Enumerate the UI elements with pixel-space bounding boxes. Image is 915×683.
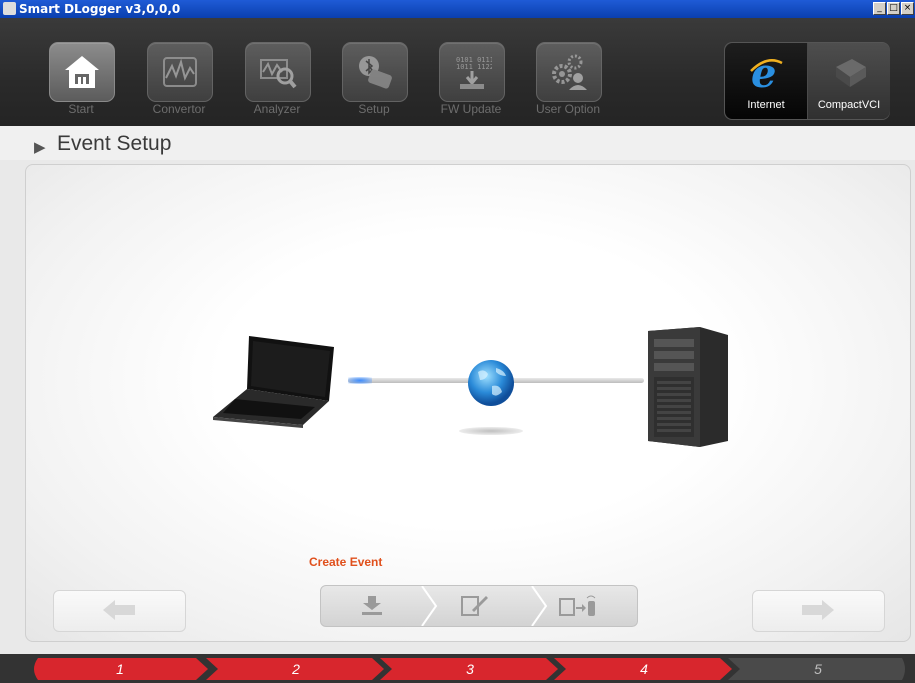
internet-explorer-icon: e: [750, 53, 783, 93]
user-option-label: User Option: [535, 102, 601, 116]
progress-step-2: 2: [206, 658, 386, 680]
svg-text:1011 1122: 1011 1122: [456, 63, 492, 71]
binary-chip-icon: 0101 0111 1011 1122: [439, 42, 505, 102]
progress-step-3: 3: [380, 658, 560, 680]
start-label: Start: [68, 102, 94, 116]
user-option-button[interactable]: User Option: [533, 42, 603, 136]
home-icon: [49, 42, 115, 102]
globe-shadow: [459, 427, 523, 435]
create-event-label: Create Event: [309, 555, 383, 569]
connection-selector: e Internet CompactVCI: [724, 42, 890, 120]
app-icon: [3, 2, 16, 15]
analyzer-label: Analyzer: [253, 102, 301, 116]
download-icon: [362, 596, 382, 615]
maximize-button[interactable]: □: [887, 2, 900, 15]
laptop-icon: [213, 336, 334, 428]
signal-glow: [348, 377, 372, 384]
analyzer-button[interactable]: Analyzer: [242, 42, 312, 136]
previous-button[interactable]: [53, 590, 186, 632]
convertor-button[interactable]: Convertor: [144, 42, 214, 136]
internet-button[interactable]: e Internet: [725, 43, 807, 119]
setup-label: Setup: [358, 102, 390, 116]
play-arrow-icon: ▶: [34, 138, 46, 156]
compactvci-button[interactable]: CompactVCI: [807, 43, 890, 119]
main-toolbar: Start Convertor Analyzer Setup 0101 0111…: [0, 18, 915, 126]
server-tower-icon: [648, 327, 728, 447]
arrow-right-icon: [802, 600, 834, 620]
progress-step-1: 1: [30, 658, 210, 680]
title-bar: Smart DLogger v3,0,0,0 _ □ ×: [0, 0, 915, 18]
main-panel: [25, 164, 911, 642]
setup-button[interactable]: Setup: [339, 42, 409, 136]
compactvci-label: CompactVCI: [817, 99, 881, 111]
convertor-label: Convertor: [152, 102, 206, 116]
fw-update-button[interactable]: 0101 0111 1011 1122 FW Update: [436, 42, 506, 136]
step-edit[interactable]: [436, 586, 536, 626]
main-panel-area: Create Event: [0, 160, 915, 654]
window-title: Smart DLogger v3,0,0,0: [19, 2, 181, 16]
close-button[interactable]: ×: [901, 2, 914, 15]
waveform-icon: [147, 42, 213, 102]
analyzer-magnifier-icon: [245, 42, 311, 102]
bluetooth-device-icon: [342, 42, 408, 102]
globe-icon: [468, 360, 514, 406]
svg-text:e: e: [751, 53, 776, 93]
page-title: Event Setup: [57, 132, 172, 155]
minimize-button[interactable]: _: [873, 2, 886, 15]
gears-user-icon: [536, 42, 602, 102]
step-download[interactable]: [321, 586, 426, 626]
edit-icon: [461, 596, 488, 616]
transfer-icon: [559, 595, 596, 616]
progress-step-5: 5: [728, 658, 908, 680]
progress-step-4: 4: [554, 658, 734, 680]
progress-footer: 1 2 3 4 5: [0, 654, 915, 683]
next-button[interactable]: [752, 590, 885, 632]
arrow-left-icon: [103, 600, 135, 620]
event-steps-bar: [320, 585, 638, 627]
start-button[interactable]: Start: [46, 42, 116, 136]
internet-label: Internet: [747, 99, 785, 111]
vci-device-icon: [836, 59, 866, 87]
step-transfer[interactable]: [546, 586, 637, 626]
fw-update-label: FW Update: [440, 102, 502, 116]
